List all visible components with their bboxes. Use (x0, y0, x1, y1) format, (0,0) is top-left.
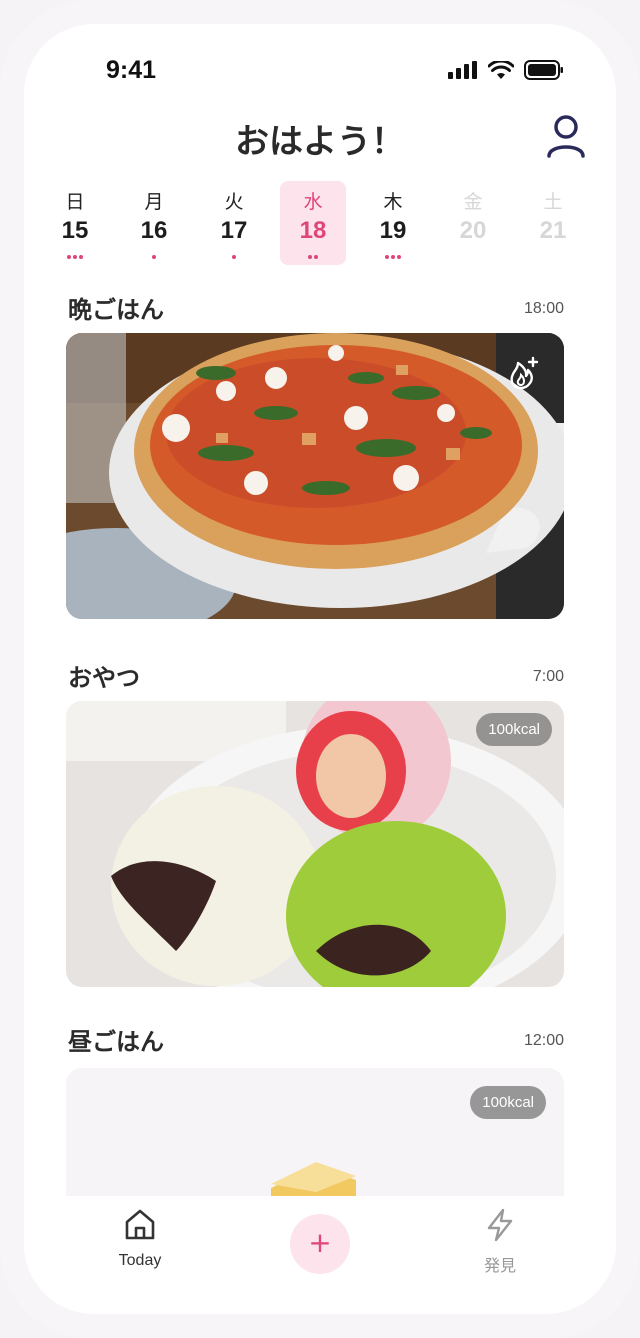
day-number: 16 (140, 217, 168, 244)
add-meal-button[interactable]: + (290, 1214, 350, 1274)
day-of-week: 金 (463, 191, 483, 213)
profile-icon[interactable] (546, 114, 586, 158)
day-of-week: 日 (65, 191, 85, 213)
day-number: 15 (61, 217, 89, 244)
day-of-week: 土 (543, 191, 563, 213)
tab-label: 発見 (483, 1258, 516, 1275)
tab-label: Today (118, 1252, 162, 1269)
meal-header: おやつ 7:00 (66, 658, 564, 698)
wifi-icon (488, 60, 514, 79)
meal-card[interactable] (66, 333, 564, 619)
tab-today[interactable]: Today (80, 1208, 200, 1270)
pizza-photo (66, 333, 564, 619)
meal-section-lunch: 昼ごはん 12:00 100kcal (66, 1022, 564, 1314)
tab-bar: Today + 発見 (24, 1196, 616, 1314)
day-thu[interactable]: 木 19 (360, 181, 426, 265)
day-sun[interactable]: 日 15 (42, 181, 108, 265)
meal-dots (201, 251, 267, 259)
lightning-icon (487, 1208, 513, 1242)
header: おはよう！ (24, 108, 616, 178)
flame-plus-icon[interactable] (506, 355, 542, 391)
day-number: 21 (539, 217, 567, 244)
phone-frame: 9:41 おはよう！ 日 15 月 16 火 17 水 18 木 19 金 20… (0, 0, 640, 1338)
status-time: 9:41 (106, 56, 157, 84)
day-of-week: 水 (303, 191, 323, 213)
day-number: 18 (299, 217, 327, 244)
kcal-badge: 100kcal (476, 713, 552, 746)
meal-dots (360, 251, 426, 259)
meal-time: 12:00 (523, 1032, 564, 1049)
meal-section-snack: おやつ 7:00 100kcal (66, 658, 564, 987)
kcal-badge: 100kcal (470, 1086, 546, 1119)
signal-icon (448, 61, 477, 79)
day-of-week: 月 (144, 191, 164, 213)
day-number: 20 (459, 217, 487, 244)
day-number: 19 (379, 217, 407, 244)
meal-section-dinner: 晩ごはん 18:00 (66, 290, 564, 619)
day-of-week: 木 (383, 191, 403, 213)
day-fri[interactable]: 金 20 (440, 181, 506, 265)
meal-header: 晩ごはん 18:00 (66, 290, 564, 330)
home-icon (125, 1209, 155, 1240)
day-wed[interactable]: 水 18 (280, 181, 346, 265)
day-sat[interactable]: 土 21 (520, 181, 586, 265)
meal-title: 晩ごはん (68, 296, 164, 324)
meal-time: 7:00 (532, 668, 564, 685)
meal-title: おやつ (68, 664, 140, 692)
meal-dots (280, 251, 346, 259)
day-tue[interactable]: 火 17 (201, 181, 267, 265)
day-number: 17 (220, 217, 248, 244)
day-of-week: 火 (224, 191, 244, 213)
meal-time: 18:00 (523, 300, 564, 317)
screen: 9:41 おはよう！ 日 15 月 16 火 17 水 18 木 19 金 20… (24, 24, 616, 1314)
day-mon[interactable]: 月 16 (121, 181, 187, 265)
meal-card[interactable]: 100kcal (66, 701, 564, 987)
meal-header: 昼ごはん 12:00 (66, 1022, 564, 1062)
meal-dots (42, 251, 108, 259)
meal-dots (121, 251, 187, 259)
week-strip: 日 15 月 16 火 17 水 18 木 19 金 20 土 21 (62, 181, 582, 265)
status-icons (448, 60, 564, 80)
battery-icon (524, 60, 563, 80)
tab-discover[interactable]: 発見 (440, 1208, 560, 1276)
page-title: おはよう！ (235, 122, 405, 162)
meal-title: 昼ごはん (68, 1028, 164, 1056)
status-bar: 9:41 (24, 24, 616, 114)
